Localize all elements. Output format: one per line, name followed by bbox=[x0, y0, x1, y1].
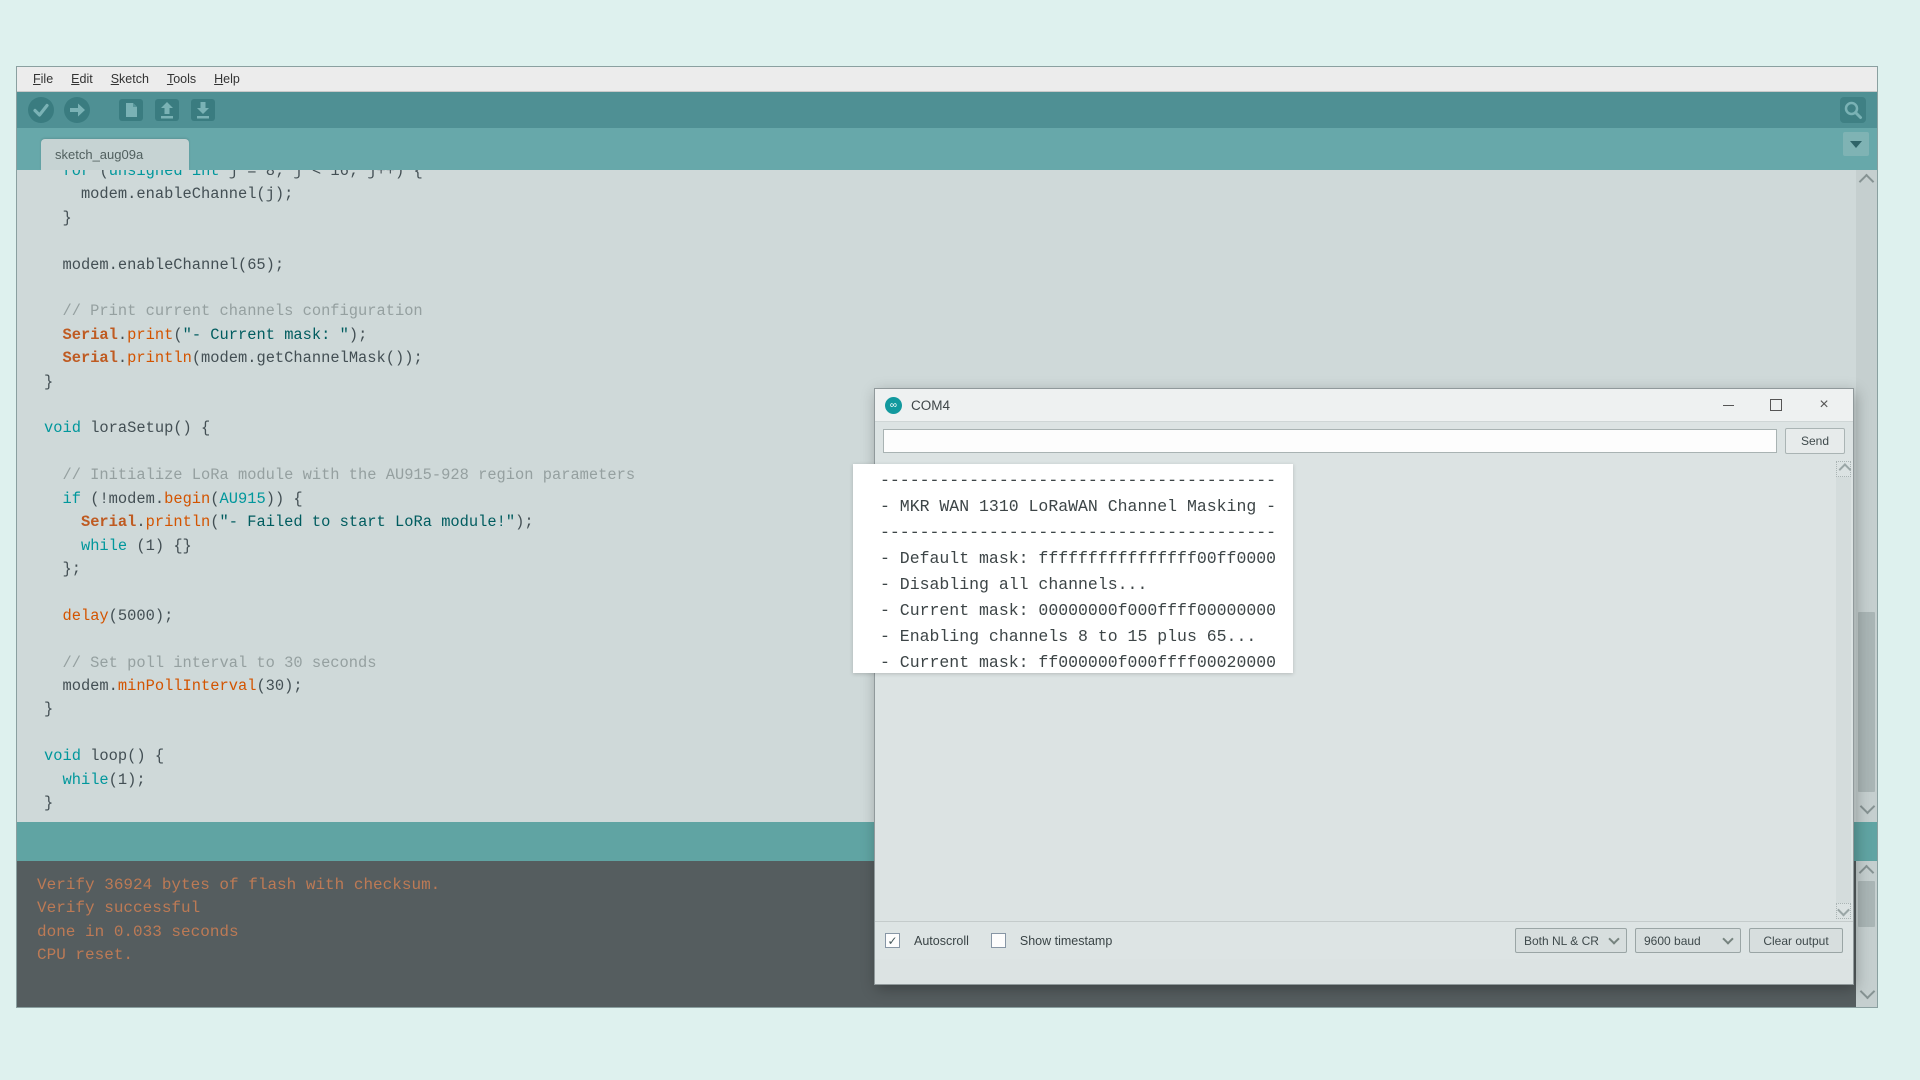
serial-monitor-button[interactable] bbox=[1839, 96, 1867, 124]
maximize-icon bbox=[1770, 399, 1782, 411]
show-timestamp-checkbox[interactable] bbox=[991, 933, 1006, 948]
tab-list-button[interactable] bbox=[1843, 132, 1869, 156]
upload-icon bbox=[63, 96, 91, 124]
scroll-down-icon[interactable] bbox=[1860, 984, 1876, 1000]
code-line bbox=[44, 277, 1877, 300]
serial-output-line: ---------------------------------------- bbox=[880, 520, 1276, 546]
send-button[interactable]: Send bbox=[1785, 428, 1845, 454]
scroll-up-icon bbox=[1839, 463, 1852, 476]
verify-icon bbox=[27, 96, 55, 124]
line-ending-value: Both NL & CR bbox=[1524, 934, 1599, 948]
menu-tools[interactable]: Tools bbox=[159, 70, 204, 88]
chevron-down-icon bbox=[1722, 933, 1733, 944]
code-line: } bbox=[44, 207, 1877, 230]
scroll-down-icon bbox=[1837, 903, 1850, 916]
scroll-up-icon[interactable] bbox=[1859, 174, 1875, 190]
clear-output-button[interactable]: Clear output bbox=[1749, 928, 1843, 953]
serial-output-line: - Current mask: 00000000f000ffff00000000 bbox=[880, 598, 1276, 624]
serial-monitor-icon bbox=[1839, 96, 1867, 124]
send-label: Send bbox=[1801, 434, 1829, 448]
baud-rate-value: 9600 baud bbox=[1644, 934, 1701, 948]
arduino-app-icon: ∞ bbox=[885, 397, 902, 414]
menu-file[interactable]: File bbox=[25, 70, 61, 88]
editor-scrollbar-thumb[interactable] bbox=[1858, 612, 1875, 792]
code-line: Serial.print("- Current mask: "); bbox=[44, 324, 1877, 347]
serial-output-text: ----------------------------------------… bbox=[880, 468, 1276, 676]
autoscroll-label: Autoscroll bbox=[914, 934, 969, 948]
console-scrollbar[interactable] bbox=[1856, 861, 1877, 1007]
tab-label: sketch_aug09a bbox=[55, 147, 143, 162]
chevron-down-icon bbox=[1608, 933, 1619, 944]
show-timestamp-label: Show timestamp bbox=[1020, 934, 1112, 948]
scroll-down-icon[interactable] bbox=[1860, 799, 1876, 815]
open-button[interactable] bbox=[153, 96, 181, 124]
window-buttons: × bbox=[1721, 398, 1843, 412]
serial-monitor-title: COM4 bbox=[911, 398, 950, 413]
serial-output-line: ---------------------------------------- bbox=[880, 468, 1276, 494]
serial-monitor-window: ∞ COM4 × Send --------------------------… bbox=[874, 388, 1854, 985]
menu-sketch[interactable]: Sketch bbox=[103, 70, 157, 88]
save-icon bbox=[190, 97, 216, 123]
menu-help[interactable]: Help bbox=[206, 70, 248, 88]
line-ending-dropdown[interactable]: Both NL & CR bbox=[1515, 928, 1627, 953]
serial-input[interactable] bbox=[883, 429, 1777, 453]
menu-edit[interactable]: Edit bbox=[63, 70, 101, 88]
code-line: Serial.println(modem.getChannelMask()); bbox=[44, 347, 1877, 370]
scroll-up-button[interactable] bbox=[1836, 461, 1851, 477]
open-icon bbox=[154, 97, 180, 123]
maximize-button[interactable] bbox=[1769, 398, 1783, 412]
desktop: { "theme": { "arduino_teal": "#00979c", … bbox=[0, 0, 1920, 1080]
serial-output-area[interactable]: ----------------------------------------… bbox=[875, 459, 1853, 921]
serial-output-line: - Disabling all channels... bbox=[880, 572, 1276, 598]
tab-sketch[interactable]: sketch_aug09a bbox=[41, 139, 189, 170]
toolbar bbox=[17, 92, 1877, 128]
code-line: modem.enableChannel(j); bbox=[44, 183, 1877, 206]
code-line: for (unsigned int j = 8; j < 16; j++) { bbox=[44, 170, 1877, 183]
serial-output-line: - Current mask: ff000000f000ffff00020000 bbox=[880, 650, 1276, 676]
serial-scrollbar[interactable] bbox=[1836, 461, 1851, 919]
serial-monitor-titlebar[interactable]: ∞ COM4 × bbox=[875, 389, 1853, 422]
new-sketch-button[interactable] bbox=[117, 96, 145, 124]
code-line: // Print current channels configuration bbox=[44, 300, 1877, 323]
verify-button[interactable] bbox=[27, 96, 55, 124]
baud-rate-dropdown[interactable]: 9600 baud bbox=[1635, 928, 1741, 953]
menu-bar: FileEditSketchToolsHelp bbox=[17, 67, 1877, 92]
upload-button[interactable] bbox=[63, 96, 91, 124]
minimize-icon bbox=[1723, 405, 1734, 406]
autoscroll-checkbox[interactable]: ✓ bbox=[885, 933, 900, 948]
minimize-button[interactable] bbox=[1721, 398, 1735, 412]
new-sketch-icon bbox=[118, 97, 144, 123]
chevron-down-icon bbox=[1850, 141, 1862, 148]
serial-output-line: - MKR WAN 1310 LoRaWAN Channel Masking - bbox=[880, 494, 1276, 520]
serial-input-row: Send bbox=[875, 422, 1853, 459]
serial-output-line: - Enabling channels 8 to 15 plus 65... bbox=[880, 624, 1276, 650]
scroll-up-icon[interactable] bbox=[1859, 865, 1875, 881]
code-line bbox=[44, 230, 1877, 253]
editor-scrollbar[interactable] bbox=[1856, 170, 1877, 822]
code-line: modem.enableChannel(65); bbox=[44, 254, 1877, 277]
save-button[interactable] bbox=[189, 96, 217, 124]
close-button[interactable]: × bbox=[1817, 398, 1831, 412]
scroll-down-button[interactable] bbox=[1836, 903, 1851, 919]
console-scrollbar-thumb[interactable] bbox=[1858, 881, 1875, 927]
clear-output-label: Clear output bbox=[1763, 934, 1828, 948]
serial-monitor-controls: ✓ Autoscroll Show timestamp Both NL & CR… bbox=[875, 921, 1853, 959]
tab-bar: sketch_aug09a bbox=[17, 128, 1877, 170]
serial-output-line: - Default mask: ffffffffffffffff00ff0000 bbox=[880, 546, 1276, 572]
